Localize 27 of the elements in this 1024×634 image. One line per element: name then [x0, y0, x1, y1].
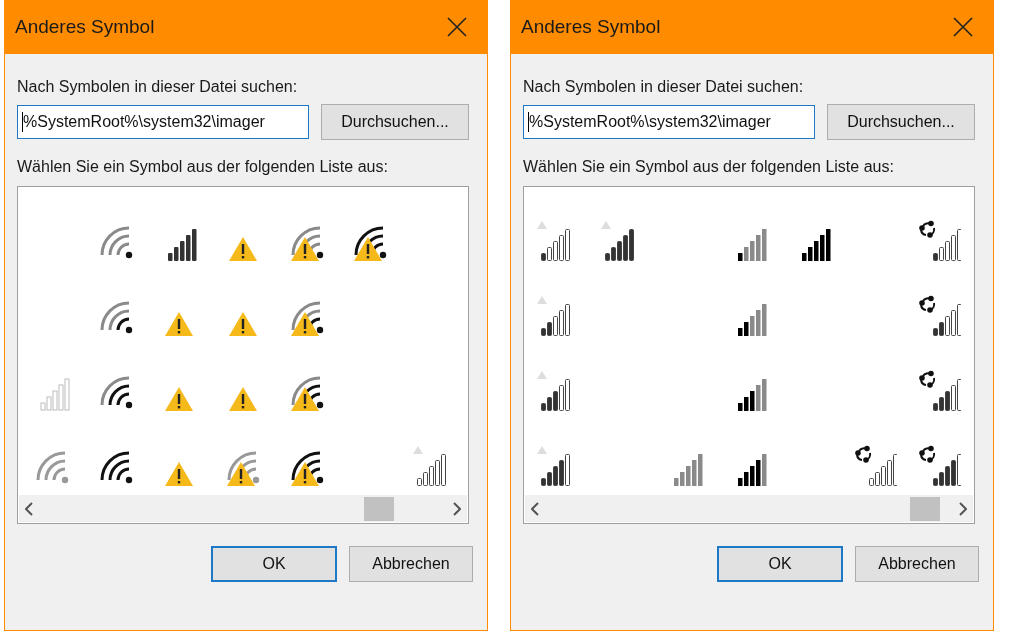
cancel-button[interactable]: Abbrechen [349, 546, 473, 582]
ok-button[interactable]: OK [717, 546, 843, 582]
path-field[interactable]: %SystemRoot%\system32\imager [523, 105, 815, 139]
scroll-right-icon[interactable] [959, 501, 967, 516]
scroll-bar[interactable] [525, 495, 973, 522]
scroll-right-icon[interactable] [453, 501, 461, 516]
signal-sync-icon[interactable] [855, 445, 898, 487]
signal-sync-icon[interactable] [919, 370, 962, 412]
cancel-button[interactable]: Abbrechen [855, 546, 979, 582]
scroll-left-icon[interactable] [25, 501, 33, 516]
browse-button[interactable]: Durchsuchen... [321, 104, 469, 140]
scroll-thumb[interactable] [363, 497, 394, 521]
scroll-bar[interactable] [19, 495, 467, 522]
list-label: Wählen Sie ein Symbol aus der folgenden Liste aus: [17, 157, 389, 177]
list-label: Wählen Sie ein Symbol aus der folgenden Liste aus: [523, 157, 895, 177]
field-label: Nach Symbolen in dieser Datei suchen: [523, 77, 805, 97]
signal-sync-icon[interactable] [919, 445, 962, 487]
signal-sync-icon[interactable] [919, 220, 962, 262]
signal-sync-icon[interactable] [919, 295, 962, 337]
path-field[interactable]: %SystemRoot%\system32\imager [17, 105, 309, 139]
scroll-left-icon[interactable] [531, 501, 539, 516]
browse-button[interactable]: Durchsuchen... [827, 104, 975, 140]
window-title: Anderes Symbol [521, 16, 661, 38]
scroll-thumb[interactable] [910, 497, 941, 521]
ok-button[interactable]: OK [211, 546, 337, 582]
field-label: Nach Symbolen in dieser Datei suchen: [17, 77, 299, 97]
window-title: Anderes Symbol [15, 16, 155, 38]
